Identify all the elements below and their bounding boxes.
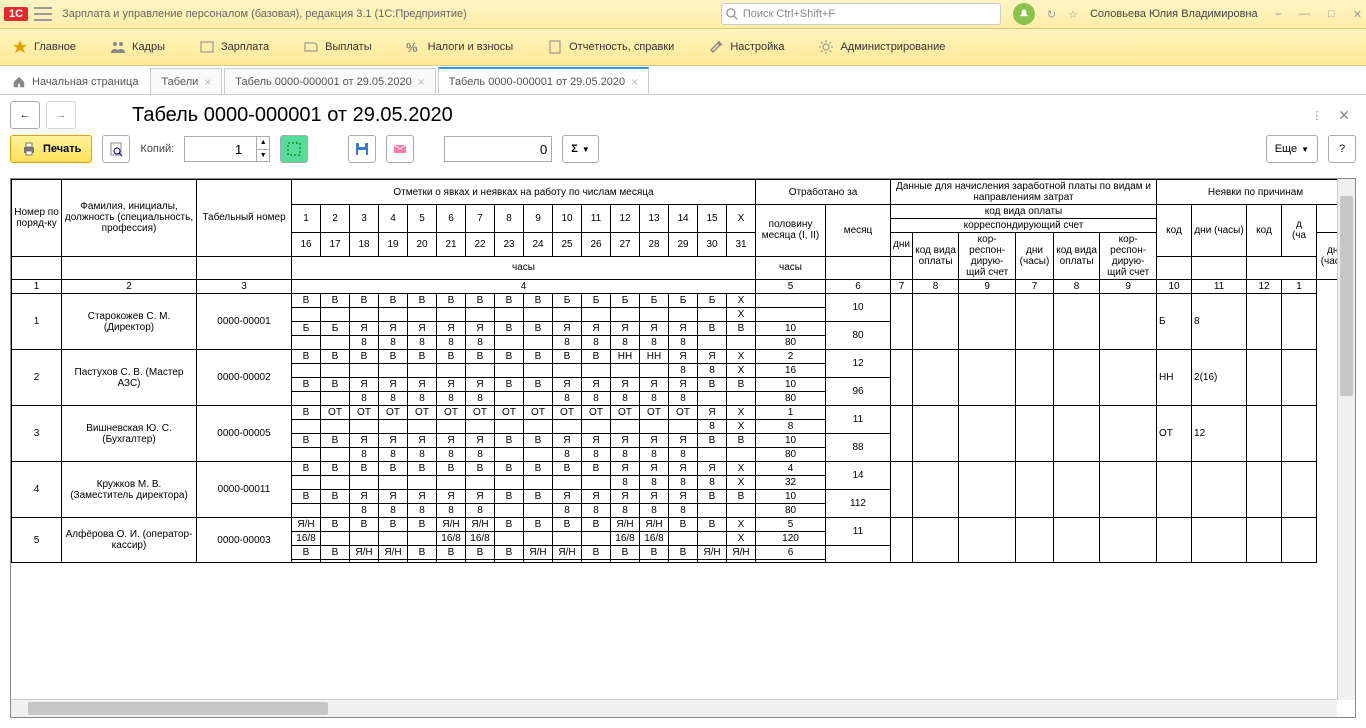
save-button[interactable]: [348, 135, 376, 163]
bell-icon[interactable]: [1013, 3, 1035, 25]
settings-icon[interactable]: ⎯: [1276, 8, 1282, 21]
sigma-button[interactable]: Σ▼: [562, 135, 599, 163]
more-icon[interactable]: ⋮: [1311, 109, 1322, 122]
copies-spinner[interactable]: ▲▼: [257, 136, 270, 162]
menu-payments[interactable]: Выплаты: [295, 35, 379, 59]
user-name[interactable]: Соловьева Юлия Владимировна: [1090, 8, 1258, 20]
more-button[interactable]: Еще▼: [1266, 135, 1318, 163]
favorite-icon[interactable]: ☆: [1068, 8, 1078, 21]
tab-close-icon[interactable]: ×: [418, 75, 425, 89]
menu-salary[interactable]: Зарплата: [191, 35, 277, 59]
close-icon[interactable]: ✕: [1353, 8, 1362, 21]
app-title: Зарплата и управление персоналом (базова…: [62, 8, 467, 20]
search-placeholder: Поиск Ctrl+Shift+F: [743, 8, 835, 20]
app-logo: 1C: [4, 7, 28, 21]
timesheet-table: Номер по поряд-куФамилия, инициалы, долж…: [11, 179, 1355, 563]
vertical-scrollbar[interactable]: [1337, 179, 1355, 700]
menu-home[interactable]: Главное: [4, 35, 84, 59]
nav-forward-button[interactable]: →: [46, 101, 76, 129]
email-button[interactable]: [386, 135, 414, 163]
document-tabs: Начальная страница Табели× Табель 0000-0…: [0, 66, 1366, 95]
tab-doc2[interactable]: Табель 0000-000001 от 29.05.2020×: [438, 67, 649, 94]
history-icon[interactable]: ↻: [1047, 8, 1056, 21]
menu-admin[interactable]: Администрирование: [810, 35, 953, 59]
page-title: Табель 0000-000001 от 29.05.2020: [132, 104, 1305, 127]
horizontal-scrollbar[interactable]: [11, 699, 1337, 717]
sum-input[interactable]: [444, 136, 552, 162]
copies-input[interactable]: [184, 136, 257, 162]
copies-label: Копий:: [140, 143, 174, 155]
help-button[interactable]: ?: [1328, 135, 1356, 163]
menu-reports[interactable]: Отчетность, справки: [539, 35, 682, 59]
tab-list[interactable]: Табели×: [150, 68, 222, 94]
menu-icon[interactable]: [34, 7, 52, 21]
search-input[interactable]: Поиск Ctrl+Shift+F: [721, 3, 1001, 25]
main-menu: Главное Кадры Зарплата Выплаты %Налоги и…: [0, 29, 1366, 66]
nav-back-button[interactable]: ←: [10, 101, 40, 129]
menu-taxes[interactable]: %Налоги и взносы: [398, 35, 522, 59]
tab-close-icon[interactable]: ×: [631, 75, 638, 89]
tab-doc1[interactable]: Табель 0000-000001 от 29.05.2020×: [224, 68, 435, 94]
selection-button[interactable]: [280, 135, 308, 163]
menu-staff[interactable]: Кадры: [102, 35, 173, 59]
page-close-icon[interactable]: ✕: [1338, 107, 1350, 124]
preview-button[interactable]: [102, 135, 130, 163]
print-button[interactable]: Печать: [10, 135, 92, 163]
menu-settings[interactable]: Настройка: [700, 35, 792, 59]
tab-home[interactable]: Начальная страница: [2, 69, 148, 94]
minimize-icon[interactable]: —: [1299, 8, 1310, 20]
svg-text:%: %: [406, 40, 418, 55]
tab-close-icon[interactable]: ×: [204, 75, 211, 89]
maximize-icon[interactable]: □: [1328, 8, 1335, 20]
